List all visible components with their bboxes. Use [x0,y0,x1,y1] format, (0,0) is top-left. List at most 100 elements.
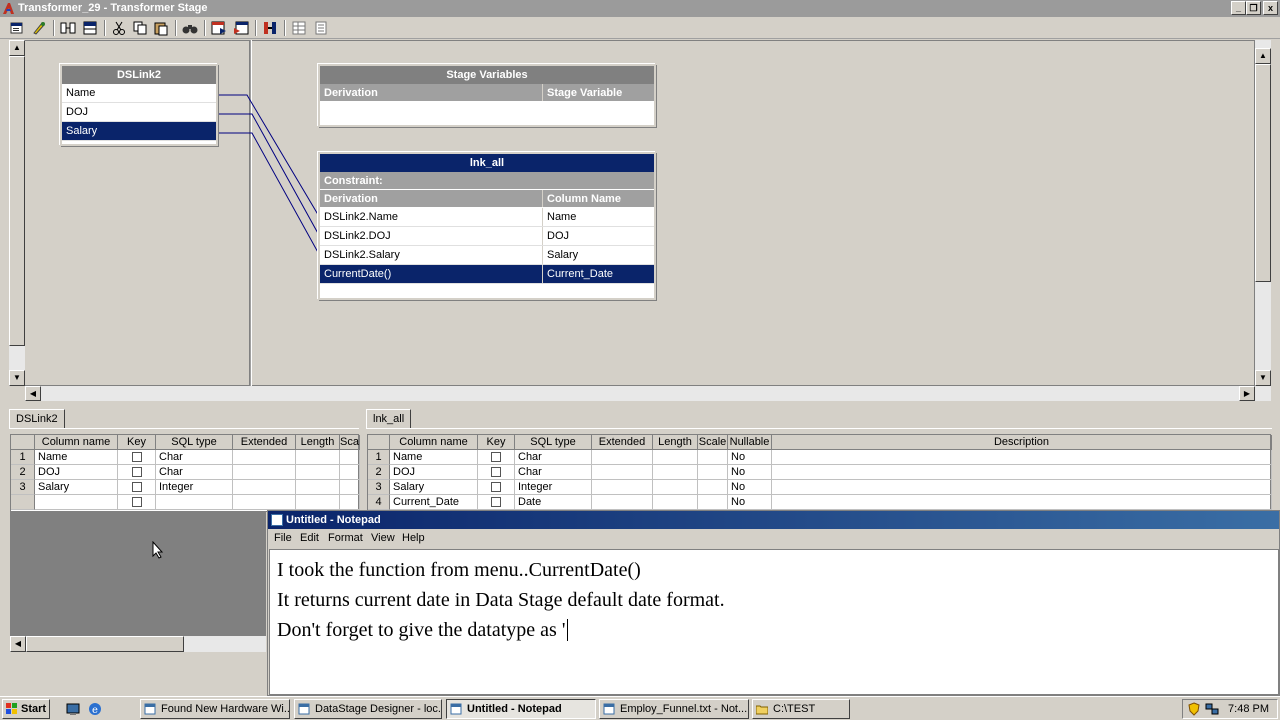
type-cell[interactable]: Char [515,465,592,480]
type-cell[interactable]: Char [515,450,592,465]
close-button[interactable]: x [1263,1,1278,15]
column-header[interactable]: Length [653,435,698,450]
table-row[interactable]: 3 Salary Integer No [368,480,1272,495]
column-header[interactable]: Extended [592,435,653,450]
name-cell[interactable]: DOJ [390,465,478,480]
copy-icon[interactable] [131,19,149,37]
empty-cell[interactable] [653,450,698,465]
left-pane-vertical-scrollbar[interactable]: ▲ ▼ [9,40,25,386]
scroll-left-arrow-icon[interactable]: ◀ [10,636,26,652]
grid-corner[interactable] [11,435,35,450]
type-cell[interactable]: Integer [156,480,233,495]
empty-cell[interactable] [698,495,728,510]
key-checkbox-cell[interactable] [118,480,156,495]
empty-cell[interactable] [592,495,653,510]
nullable-cell[interactable]: No [728,480,772,495]
input-column-selected[interactable]: Salary [62,122,216,141]
input-link-ordering-icon[interactable] [261,19,279,37]
input-column[interactable]: Name [62,84,216,103]
nullable-cell[interactable]: No [728,450,772,465]
right-columns-grid[interactable]: Column name Key SQL type Extended Length Scal… [367,434,1272,512]
load-columns-icon[interactable] [210,19,228,37]
derivation-cell[interactable]: DSLink2.Salary [320,246,542,264]
table-row[interactable]: 3 Salary Integer [11,480,360,495]
menu-view[interactable]: View [371,529,395,548]
stage-variables-title[interactable]: Stage Variables [320,66,654,84]
row-number[interactable]: 1 [368,450,390,465]
scroll-up-arrow-icon[interactable]: ▲ [1255,48,1271,64]
output-link-name[interactable]: lnk_all [320,154,654,172]
column-name-cell[interactable]: Name [542,208,654,226]
table-row[interactable] [11,495,360,510]
tab-dslink2[interactable]: DSLink2 [9,409,65,429]
derivation-cell[interactable]: DSLink2.Name [320,208,542,226]
empty-cell[interactable] [653,495,698,510]
empty-cell[interactable] [653,465,698,480]
stage-variables-empty-area[interactable] [320,102,654,123]
empty-cell[interactable] [296,480,340,495]
input-column[interactable]: DOJ [62,103,216,122]
key-checkbox-cell[interactable] [118,465,156,480]
column-header[interactable]: Length [296,435,340,450]
table-row[interactable]: 1 Name Char [11,450,360,465]
row-number[interactable]: 3 [11,480,35,495]
column-header[interactable]: Sca [340,435,360,450]
right-pane-vertical-scrollbar[interactable]: ▲ ▼ [1255,40,1271,386]
scroll-thumb[interactable] [26,636,184,652]
row-number[interactable]: 2 [11,465,35,480]
restore-button[interactable]: ❐ [1246,1,1261,15]
key-checkbox[interactable] [131,467,142,477]
column-name-header[interactable]: Column Name [542,190,654,207]
key-checkbox-cell[interactable] [478,480,515,495]
menu-format[interactable]: Format [328,529,363,548]
scroll-right-arrow-icon[interactable]: ▶ [1239,386,1255,401]
key-checkbox-cell[interactable] [118,495,156,510]
name-cell[interactable]: Salary [35,480,118,495]
column-header[interactable]: Key [478,435,515,450]
key-checkbox-cell[interactable] [478,450,515,465]
column-header[interactable]: Scale [698,435,728,450]
key-checkbox[interactable] [131,482,142,492]
empty-cell[interactable] [698,465,728,480]
empty-cell[interactable] [698,450,728,465]
window-title-bar[interactable]: Transformer_29 - Transformer Stage _ ❐ x [0,0,1280,17]
scroll-left-arrow-icon[interactable]: ◀ [25,386,41,401]
nullable-cell[interactable]: No [728,495,772,510]
find-icon[interactable] [181,19,199,37]
key-checkbox-cell[interactable] [478,495,515,510]
name-cell[interactable] [35,495,118,510]
input-link-name[interactable]: DSLink2 [62,66,216,84]
empty-cell[interactable] [772,495,1272,510]
scroll-down-arrow-icon[interactable]: ▼ [1255,370,1271,386]
nullable-cell[interactable]: No [728,465,772,480]
taskbar-task-button[interactable]: C:\TEST [752,699,850,719]
column-header[interactable]: Extended [233,435,296,450]
stage-variables-box[interactable]: Stage Variables Derivation Stage Variabl… [318,64,656,127]
derivation-cell[interactable]: DSLink2.DOJ [320,227,542,245]
row-number[interactable]: 4 [368,495,390,510]
key-checkbox[interactable] [491,482,501,492]
key-checkbox[interactable] [491,467,501,477]
cut-icon[interactable] [110,19,128,37]
properties-icon[interactable] [8,19,26,37]
table-row[interactable]: 2 DOJ Char No [368,465,1272,480]
scroll-thumb[interactable] [9,56,25,346]
type-cell[interactable]: Char [156,450,233,465]
empty-cell[interactable] [653,480,698,495]
constraint-label[interactable]: Constraint: [320,172,654,190]
table-row[interactable]: 2 DOJ Char [11,465,360,480]
notepad-window[interactable]: Untitled - Notepad File Edit Format View… [267,510,1280,696]
save-columns-icon[interactable] [232,19,250,37]
show-all-links-icon[interactable] [59,19,77,37]
tab-lnk-all[interactable]: lnk_all [366,409,412,429]
taskbar-task-button[interactable]: Found New Hardware Wi... [140,699,290,719]
name-cell[interactable]: Name [390,450,478,465]
taskbar-task-button[interactable]: DataStage Designer - loc... [294,699,442,719]
row-number[interactable]: 2 [368,465,390,480]
name-cell[interactable]: DOJ [35,465,118,480]
key-checkbox[interactable] [131,452,142,462]
output-column-row[interactable]: CurrentDate() Current_Date [320,265,654,284]
empty-cell[interactable] [698,480,728,495]
empty-cell[interactable] [592,465,653,480]
empty-cell[interactable] [772,450,1272,465]
